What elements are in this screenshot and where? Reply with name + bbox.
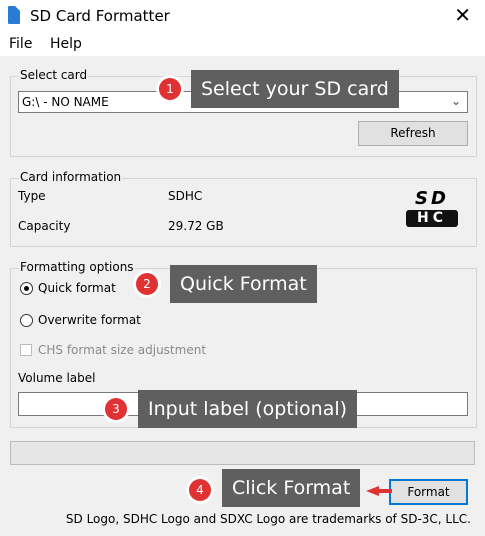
progress-bar [10,441,475,465]
step-badge-4: 4 [189,479,211,501]
select-card-label: Select card [19,68,89,82]
chs-adjustment-checkbox[interactable] [20,344,32,356]
close-icon[interactable]: ✕ [454,4,471,26]
step-badge-1: 1 [159,78,181,100]
arrow-icon [366,486,392,496]
overwrite-format-label[interactable]: Overwrite format [38,313,141,327]
trademark-notice: SD Logo, SDHC Logo and SDXC Logo are tra… [65,512,471,526]
card-info-label: Card information [19,170,123,184]
callout-select-card: Select your SD card [191,70,399,108]
overwrite-format-radio[interactable] [20,314,33,327]
step-badge-3: 3 [105,398,127,420]
refresh-button[interactable]: Refresh [358,121,468,146]
menu-bar: File Help [0,32,485,56]
capacity-value: 29.72 GB [168,219,224,233]
format-button[interactable]: Format [389,479,468,505]
chs-adjustment-label: CHS format size adjustment [38,343,207,357]
formatting-options-label: Formatting options [19,260,135,274]
quick-format-radio[interactable] [20,282,33,295]
callout-click-format: Click Format [222,469,361,507]
menu-help[interactable]: Help [50,36,82,52]
title-bar: SD Card Formatter ✕ [0,0,485,32]
sdhc-logo: SD HC [404,190,460,228]
callout-input-label: Input label (optional) [138,390,358,428]
sd-card-icon [8,6,20,24]
card-select-value: G:\ - NO NAME [22,95,109,109]
callout-quick-format: Quick Format [170,265,317,303]
capacity-label: Capacity [18,219,71,233]
chevron-down-icon: ⌄ [450,94,461,108]
quick-format-label[interactable]: Quick format [38,281,116,295]
menu-file[interactable]: File [9,36,32,52]
type-label: Type [18,189,46,203]
type-value: SDHC [168,189,203,203]
step-badge-2: 2 [136,273,158,295]
window-title: SD Card Formatter [30,7,170,25]
volume-label-caption: Volume label [18,371,96,385]
